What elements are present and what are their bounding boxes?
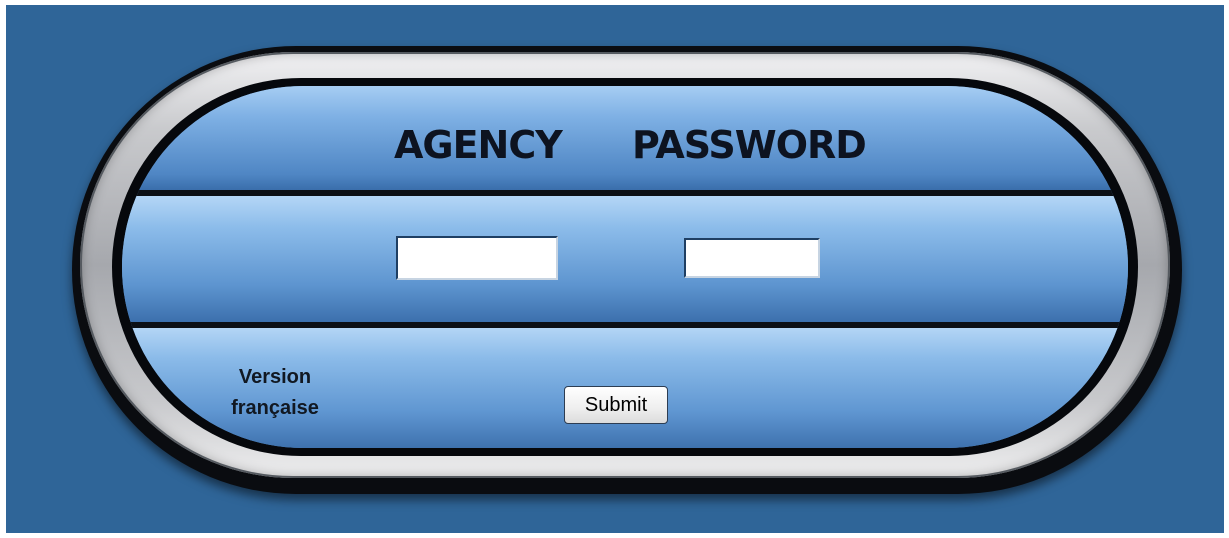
input-band bbox=[122, 196, 1128, 322]
french-version-link-line1: Version bbox=[238, 366, 312, 388]
password-label: PASSWORD bbox=[632, 123, 867, 167]
agency-label: AGENCY bbox=[394, 123, 563, 167]
header-band bbox=[122, 86, 1128, 190]
password-input[interactable] bbox=[684, 238, 820, 278]
agency-input[interactable] bbox=[396, 236, 558, 280]
french-version-link-line2: française bbox=[231, 397, 319, 419]
submit-button[interactable]: Submit bbox=[564, 386, 668, 424]
french-version-link[interactable]: Version française bbox=[212, 362, 338, 424]
